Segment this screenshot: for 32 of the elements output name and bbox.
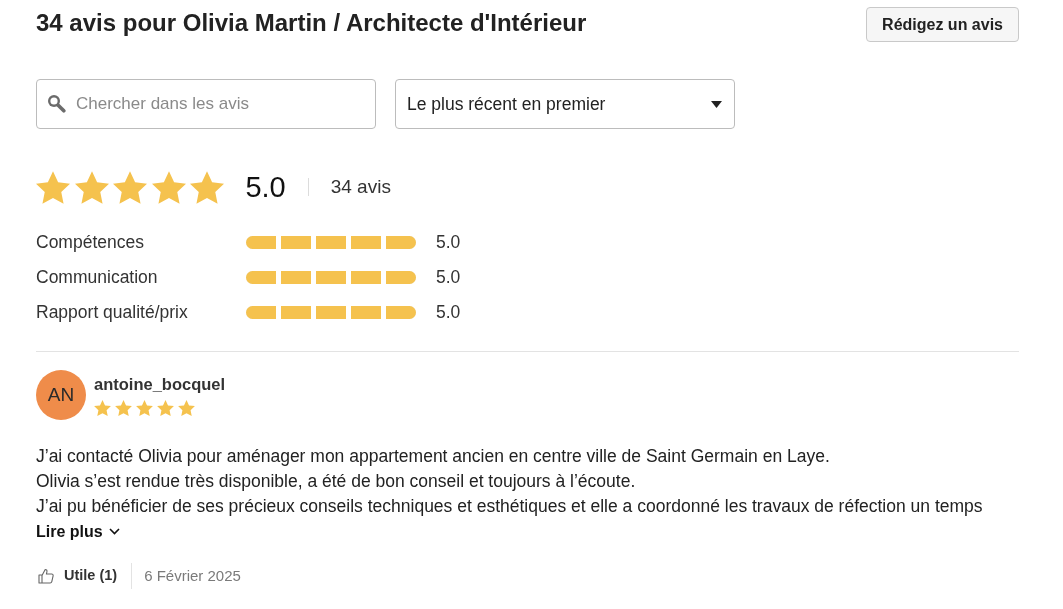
average-score: 5.0 (245, 170, 286, 204)
helpful-button[interactable]: Utile (1) (36, 565, 118, 587)
criterion-score: 5.0 (436, 266, 461, 290)
star-icon (113, 170, 148, 204)
thumbs-up-icon (38, 568, 54, 584)
star-icon (115, 400, 132, 416)
criterion-score: 5.0 (436, 231, 461, 255)
sort-dropdown[interactable]: Le plus récent en premier (395, 79, 735, 129)
read-more-link[interactable]: Lire plus (36, 519, 120, 544)
review-text: J’ai contacté Olivia pour aménager mon appartement ancien en centre ville de Saint Germain en Laye. Olivia s’est rendue très disponible, a été de bon conseil et toujours à l’écoute. J’ai pu bénéficier de ses précieux conseils techniques et esthétiques et elle a coordonné les travaux de réfection un temps (36, 445, 984, 518)
star-icon (190, 170, 225, 204)
criterion-label: Communication (36, 266, 159, 290)
star-icon (136, 400, 153, 416)
caret-icon (711, 100, 722, 108)
search-icon (46, 93, 66, 113)
star-icon (36, 170, 70, 204)
avatar: AN (36, 370, 86, 420)
review-count: 34 avis (330, 174, 391, 199)
star-icon (74, 170, 109, 204)
reviewer-name: antoine_bocquel (94, 375, 226, 393)
review-date: 6 Février 2025 (144, 565, 241, 586)
write-review-button[interactable]: Rédigez un avis (866, 7, 1019, 42)
star-icon (94, 400, 111, 416)
criterion-label: Rapport qualité/prix (36, 301, 189, 325)
star-icon (151, 170, 186, 204)
page-title: 34 avis pour Olivia Martin / Architecte d'Intérieur (36, 8, 587, 38)
chevron-down-icon (108, 528, 120, 535)
star-icon (157, 400, 174, 416)
criterion-label: Compétences (36, 231, 145, 255)
star-icon (178, 400, 195, 416)
criterion-score: 5.0 (436, 301, 461, 325)
search-field[interactable]: Chercher dans les avis (36, 79, 376, 129)
